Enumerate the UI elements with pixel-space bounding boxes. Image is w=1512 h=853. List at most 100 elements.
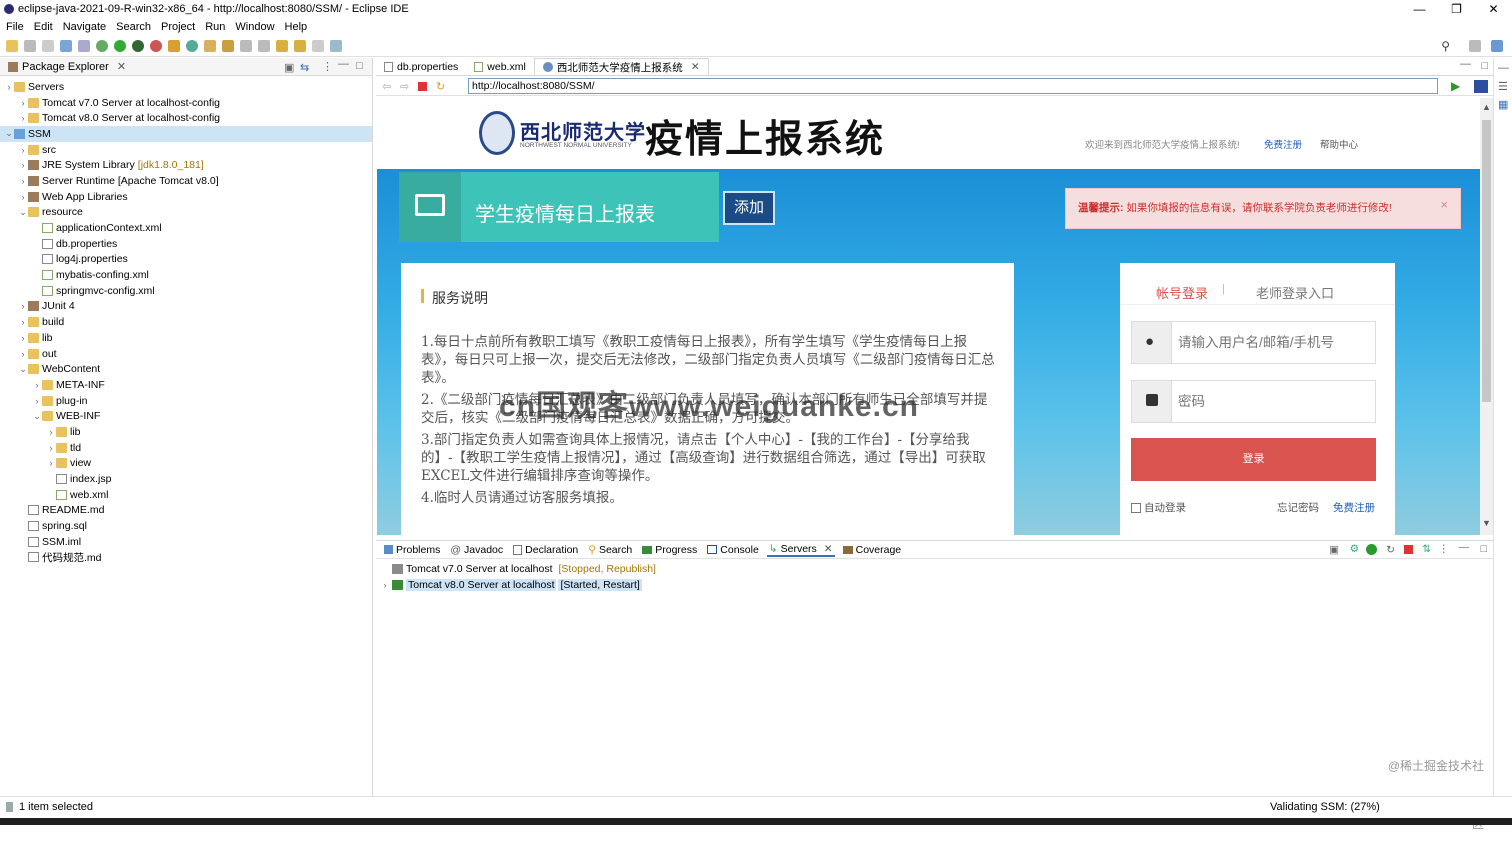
collapse-icon[interactable]: ▣ <box>1329 544 1339 556</box>
profile-server-icon[interactable]: ↻ <box>1386 544 1395 556</box>
close-button[interactable]: ✕ <box>1475 0 1512 18</box>
start-server-icon[interactable] <box>1366 544 1377 555</box>
menu-edit[interactable]: Edit <box>34 21 53 33</box>
tab-servers[interactable]: ↳ Servers ✕ <box>766 543 835 557</box>
tree-node-web-app-libraries[interactable]: › Web App Libraries <box>0 189 372 205</box>
scrollbar-thumb[interactable] <box>1482 120 1491 402</box>
minimize-view-icon[interactable]: — <box>1459 541 1470 553</box>
search-tool-icon[interactable] <box>222 39 234 52</box>
last-edit-icon[interactable] <box>276 39 288 52</box>
tab-declaration[interactable]: Declaration <box>511 544 580 556</box>
pin-editor-icon[interactable] <box>330 39 342 52</box>
teacher-login-tab[interactable]: 老师登录入口 <box>1256 283 1334 302</box>
stop-icon[interactable] <box>418 82 427 91</box>
auto-login-checkbox[interactable] <box>1131 502 1141 513</box>
open-perspective-icon[interactable] <box>1469 40 1481 52</box>
tree-node-out[interactable]: › out <box>0 346 372 362</box>
close-icon[interactable]: ✕ <box>691 61 700 73</box>
tab-problems[interactable]: Problems <box>382 544 442 556</box>
minimize-button[interactable]: — <box>1401 0 1438 18</box>
maximize-button[interactable]: ❐ <box>1438 0 1475 18</box>
tree-node-log4j[interactable]: log4j.properties <box>0 252 372 268</box>
tree-node-jre[interactable]: › JRE System Library [jdk1.8.0_181] <box>0 157 372 173</box>
add-button[interactable]: 添加 <box>723 191 775 225</box>
tree-node-tomcat7-config[interactable]: › Tomcat v7.0 Server at localhost-config <box>0 95 372 111</box>
tree-node-springmvc-config[interactable]: springmvc-config.xml <box>0 283 372 299</box>
java-perspective-icon[interactable] <box>1491 40 1503 52</box>
tree-node-db-properties[interactable]: db.properties <box>0 236 372 252</box>
next-annotation-icon[interactable] <box>258 39 270 52</box>
run-icon[interactable] <box>114 39 126 52</box>
login-button[interactable]: 登录 <box>1131 438 1376 481</box>
open-external-browser-icon[interactable] <box>1474 80 1488 93</box>
tree-node-web-inf-lib[interactable]: › lib <box>0 424 372 440</box>
tree-node-src[interactable]: › src <box>0 142 372 158</box>
tree-node-tomcat8-config[interactable]: › Tomcat v8.0 Server at localhost-config <box>0 110 372 126</box>
password-field[interactable] <box>1131 380 1376 423</box>
save-icon[interactable] <box>24 39 36 52</box>
server-row-tomcat8[interactable]: › Tomcat v8.0 Server at localhost [Started… <box>376 577 1493 593</box>
tree-node-webcontent[interactable]: ⌄ WebContent <box>0 361 372 377</box>
close-icon[interactable]: ✕ <box>117 60 126 73</box>
terminal-icon[interactable] <box>60 39 72 52</box>
tree-node-meta-inf[interactable]: › META-INF <box>0 377 372 393</box>
tree-node-servers[interactable]: › Servers <box>0 79 372 95</box>
menu-file[interactable]: File <box>6 21 24 33</box>
server-row-tomcat7[interactable]: Tomcat v7.0 Server at localhost [Stopped,… <box>376 561 1493 577</box>
minimize-editor-icon[interactable]: — <box>1460 58 1471 70</box>
refresh-icon[interactable]: ↻ <box>436 80 445 93</box>
stop-server-icon[interactable] <box>1404 545 1413 554</box>
new-icon[interactable] <box>6 39 18 52</box>
tree-node-index-jsp[interactable]: index.jsp <box>0 471 372 487</box>
auto-login[interactable]: 自动登录 <box>1131 500 1186 515</box>
maximize-view-icon[interactable]: □ <box>1481 543 1487 555</box>
package-explorer-tab[interactable]: Package Explorer ✕ ▣ ⇆ ⋮ — □ <box>0 58 372 76</box>
open-type-icon[interactable] <box>204 39 216 52</box>
tab-progress[interactable]: Progress <box>640 544 699 556</box>
minimize-view-icon[interactable]: — <box>338 58 349 70</box>
tree-node-view[interactable]: › view <box>0 456 372 472</box>
tab-web-xml[interactable]: web.xml <box>466 58 534 75</box>
help-center-link[interactable]: 帮助中心 <box>1320 137 1358 151</box>
account-login-tab[interactable]: 帐号登录 <box>1156 283 1208 302</box>
close-icon[interactable]: ✕ <box>824 543 833 555</box>
menu-run[interactable]: Run <box>205 21 225 33</box>
annotation-icon[interactable] <box>240 39 252 52</box>
tree-node-plug-in[interactable]: › plug-in <box>0 393 372 409</box>
outline-icon[interactable]: ☰ <box>1498 80 1508 93</box>
menu-help[interactable]: Help <box>285 21 308 33</box>
publish-icon[interactable]: ⇅ <box>1422 543 1431 555</box>
forward-icon[interactable]: ⇨ <box>400 80 409 93</box>
tree-node-spring-sql[interactable]: spring.sql <box>0 518 372 534</box>
tree-node-build[interactable]: › build <box>0 314 372 330</box>
skip-breakpoints-icon[interactable] <box>78 39 90 52</box>
search-icon[interactable]: ⚲ <box>1441 39 1450 53</box>
tab-console[interactable]: Console <box>705 544 761 556</box>
register-link[interactable]: 免费注册 <box>1264 137 1302 151</box>
tree-node-ssm-iml[interactable]: SSM.iml <box>0 534 372 550</box>
close-icon[interactable]: × <box>1440 185 1448 224</box>
menu-project[interactable]: Project <box>161 21 195 33</box>
collapse-all-icon[interactable]: ▣ <box>284 61 294 74</box>
tab-browser[interactable]: 西北师范大学疫情上报系统 ✕ <box>533 58 709 75</box>
task-list-icon[interactable]: ▦ <box>1498 98 1508 111</box>
tree-node-web-xml[interactable]: web.xml <box>0 487 372 503</box>
tree-node-tld[interactable]: › tld <box>0 440 372 456</box>
url-input[interactable] <box>468 77 1438 94</box>
tab-db-properties[interactable]: db.properties <box>376 58 466 75</box>
back-icon[interactable]: ⇦ <box>382 80 391 93</box>
tree-node-mybatis-config[interactable]: mybatis-confing.xml <box>0 267 372 283</box>
menu-navigate[interactable]: Navigate <box>63 21 106 33</box>
tree-node-junit[interactable]: › JUnit 4 <box>0 299 372 315</box>
new-java-package-icon[interactable] <box>168 39 180 52</box>
forgot-password-link[interactable]: 忘记密码 <box>1277 500 1319 515</box>
link-with-editor-icon[interactable]: ⇆ <box>300 61 309 74</box>
debug-icon[interactable] <box>96 39 108 52</box>
tab-search[interactable]: ⚲ Search <box>586 544 634 556</box>
maximize-view-icon[interactable]: □ <box>356 60 363 72</box>
username-field[interactable]: ● <box>1131 321 1376 364</box>
page-scrollbar[interactable]: ▲ ▼ <box>1480 98 1493 535</box>
debug-server-icon[interactable]: ⚙ <box>1350 543 1359 555</box>
maximize-editor-icon[interactable]: □ <box>1481 60 1488 72</box>
external-tools-icon[interactable] <box>150 39 162 52</box>
